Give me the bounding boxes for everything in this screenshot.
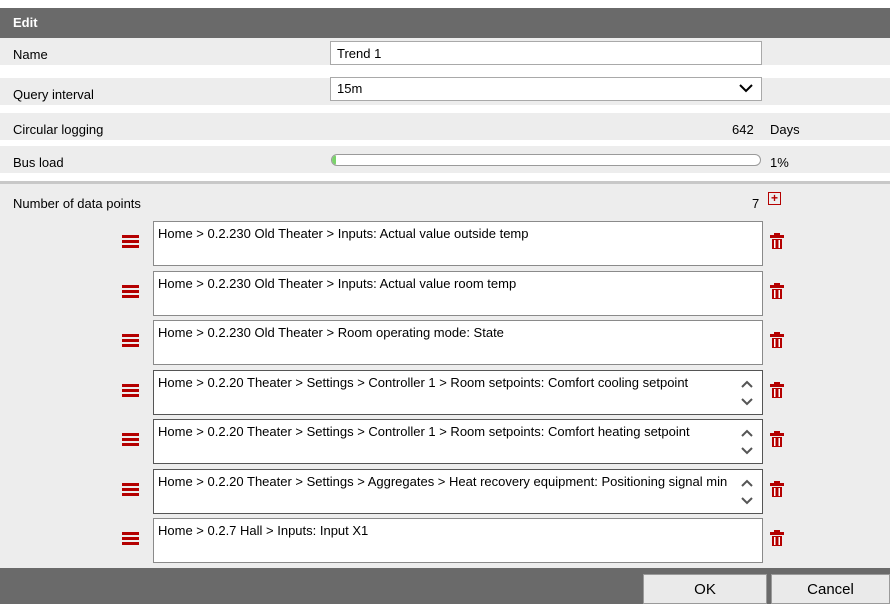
bus-load-percent: 1%: [770, 155, 789, 170]
drag-handle-icon[interactable]: [122, 532, 139, 546]
data-point-text: Home > 0.2.230 Old Theater > Inputs: Act…: [158, 275, 517, 291]
drag-handle-icon[interactable]: [122, 334, 139, 348]
circular-logging-label: Circular logging: [13, 122, 104, 137]
name-label: Name: [13, 47, 48, 62]
bus-load-label: Bus load: [13, 155, 64, 170]
data-point-row: Home > 0.2.20 Theater > Settings > Contr…: [0, 419, 890, 467]
data-points-label: Number of data points: [13, 196, 141, 211]
data-point-text: Home > 0.2.230 Old Theater > Inputs: Act…: [158, 226, 529, 241]
circular-logging-value: 642: [732, 122, 754, 137]
data-point-row: Home > 0.2.7 Hall > Inputs: Input X1: [0, 518, 890, 566]
bus-load-progress-fill: [332, 155, 337, 165]
plus-box-icon[interactable]: +: [768, 192, 781, 205]
data-point-text: Home > 0.2.20 Theater > Settings > Aggre…: [158, 473, 728, 489]
trash-icon[interactable]: [770, 480, 784, 497]
scroll-arrows[interactable]: [740, 474, 754, 510]
data-point-field[interactable]: Home > 0.2.7 Hall > Inputs: Input X1: [153, 518, 763, 563]
drag-handle-icon[interactable]: [122, 482, 139, 497]
scroll-arrows[interactable]: [740, 424, 754, 460]
name-row: Name: [0, 38, 890, 67]
data-point-row: Home > 0.2.20 Theater > Settings > Contr…: [0, 369, 890, 418]
chevron-down-icon[interactable]: [740, 393, 754, 411]
ok-button[interactable]: OK: [643, 574, 767, 604]
chevron-up-icon[interactable]: [740, 424, 754, 442]
data-point-text: Home > 0.2.230 Old Theater > Room operat…: [158, 325, 504, 340]
query-interval-value: 15m: [337, 81, 363, 96]
data-points-count: 7: [752, 196, 760, 211]
query-interval-label: Query interval: [13, 87, 94, 102]
bus-load-row: Bus load 1%: [0, 146, 890, 175]
data-point-row: Home > 0.2.230 Old Theater > Inputs: Act…: [0, 270, 890, 319]
trash-icon[interactable]: [770, 431, 784, 447]
drag-handle-icon[interactable]: [122, 235, 139, 249]
query-interval-row: Query interval 15m: [0, 77, 890, 107]
chevron-up-icon[interactable]: [740, 474, 754, 492]
circular-logging-unit: Days: [770, 122, 800, 137]
trash-icon[interactable]: [770, 381, 784, 398]
chevron-down-icon[interactable]: [740, 442, 754, 460]
edit-dialog: Edit Name Query interval 15m Circular lo…: [0, 0, 890, 604]
data-point-field[interactable]: Home > 0.2.20 Theater > Settings > Contr…: [153, 419, 763, 464]
data-point-row: Home > 0.2.20 Theater > Settings > Aggre…: [0, 468, 890, 517]
name-input[interactable]: [330, 41, 762, 65]
trash-icon[interactable]: [770, 233, 784, 249]
data-point-field[interactable]: Home > 0.2.230 Old Theater > Inputs: Act…: [153, 270, 763, 316]
drag-handle-icon[interactable]: [122, 433, 139, 447]
dialog-title: Edit: [0, 8, 890, 38]
cancel-button[interactable]: Cancel: [771, 574, 890, 604]
trash-icon[interactable]: [770, 282, 784, 299]
data-point-field[interactable]: Home > 0.2.230 Old Theater > Inputs: Act…: [153, 221, 763, 266]
chevron-down-icon: [739, 84, 753, 93]
data-point-field[interactable]: Home > 0.2.20 Theater > Settings > Contr…: [153, 369, 763, 415]
chevron-up-icon[interactable]: [740, 375, 754, 393]
data-point-text: Home > 0.2.20 Theater > Settings > Contr…: [158, 424, 690, 439]
data-point-text: Home > 0.2.20 Theater > Settings > Contr…: [158, 374, 689, 390]
trash-icon[interactable]: [770, 530, 784, 546]
circular-logging-row: Circular logging 642 Days: [0, 113, 890, 142]
data-point-row: Home > 0.2.230 Old Theater > Room operat…: [0, 320, 890, 368]
chevron-down-icon[interactable]: [740, 492, 754, 510]
query-interval-select[interactable]: 15m: [330, 77, 762, 101]
drag-handle-icon[interactable]: [122, 383, 139, 398]
trash-icon[interactable]: [770, 332, 784, 348]
bus-load-progress: [331, 154, 761, 166]
scroll-arrows[interactable]: [740, 375, 754, 411]
data-point-text: Home > 0.2.7 Hall > Inputs: Input X1: [158, 523, 369, 538]
data-point-field[interactable]: Home > 0.2.20 Theater > Settings > Aggre…: [153, 468, 763, 514]
data-point-row: Home > 0.2.230 Old Theater > Inputs: Act…: [0, 221, 890, 269]
drag-handle-icon[interactable]: [122, 284, 139, 299]
data-point-field[interactable]: Home > 0.2.230 Old Theater > Room operat…: [153, 320, 763, 365]
